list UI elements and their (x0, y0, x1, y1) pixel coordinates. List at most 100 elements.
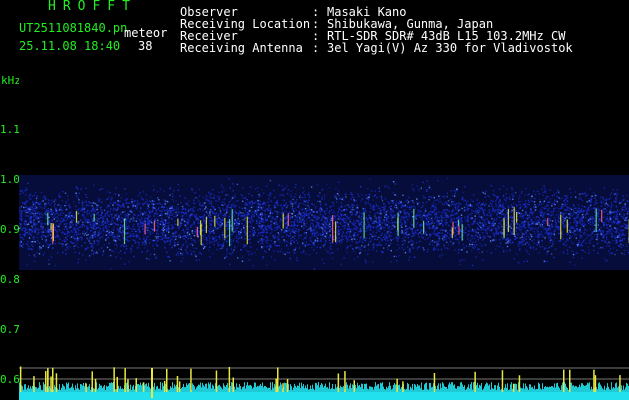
noise-speckle (478, 213, 480, 216)
noise-speckle (161, 224, 163, 226)
noise-speckle (459, 260, 461, 262)
noise-speckle (99, 228, 102, 230)
noise-speckle (72, 235, 74, 238)
noise-speckle (26, 223, 28, 226)
noise-speckle (535, 235, 537, 238)
noise-speckle (549, 227, 551, 229)
noise-speckle (203, 204, 205, 206)
noise-speckle (588, 200, 590, 202)
noise-speckle (451, 201, 453, 203)
noise-speckle (404, 216, 406, 219)
noise-speckle (485, 203, 487, 205)
noise-speckle (364, 201, 366, 203)
noise-speckle (377, 244, 380, 246)
noise-speckle (77, 261, 79, 264)
noise-speckle (609, 230, 611, 233)
noise-speckle (198, 230, 200, 232)
noise-speckle (258, 217, 260, 219)
noise-speckle (606, 259, 608, 262)
noise-speckle (38, 214, 41, 216)
noise-speckle (460, 222, 463, 225)
noise-speckle (547, 210, 550, 212)
noise-speckle (32, 201, 34, 203)
noise-speckle (365, 261, 367, 264)
noise-speckle (342, 231, 345, 233)
noise-speckle (281, 194, 283, 196)
noise-speckle (307, 201, 309, 204)
noise-speckle (473, 222, 475, 224)
noise-speckle (218, 221, 220, 223)
noise-speckle (481, 228, 483, 230)
noise-speckle (200, 253, 203, 255)
noise-speckle (603, 239, 605, 242)
noise-speckle (193, 239, 195, 241)
noise-speckle (84, 218, 86, 220)
noise-speckle (302, 203, 305, 205)
noise-speckle (302, 238, 304, 240)
noise-speckle (209, 256, 211, 258)
noise-speckle (433, 247, 435, 250)
noise-speckle (570, 213, 572, 215)
noise-speckle (427, 248, 429, 251)
noise-speckle (602, 196, 604, 199)
info-label-antenna: Receiving Antenna (180, 41, 303, 55)
noise-speckle (136, 200, 139, 202)
noise-speckle (306, 234, 308, 237)
noise-speckle (425, 215, 427, 217)
noise-speckle (142, 199, 144, 201)
noise-speckle (72, 228, 75, 231)
noise-speckle (592, 224, 594, 226)
noise-speckle (101, 216, 103, 218)
noise-speckle (28, 237, 31, 239)
noise-speckle (603, 225, 605, 227)
noise-speckle (27, 223, 30, 225)
noise-speckle (195, 215, 197, 217)
noise-speckle (222, 214, 225, 217)
noise-speckle (475, 207, 477, 210)
noise-speckle (92, 251, 95, 253)
noise-speckle (152, 202, 154, 204)
noise-speckle (375, 231, 378, 234)
noise-speckle (615, 199, 617, 201)
noise-speckle (228, 210, 230, 212)
noise-speckle (413, 233, 416, 235)
noise-speckle (492, 232, 494, 234)
noise-speckle (49, 230, 51, 232)
noise-speckle (287, 241, 289, 244)
noise-speckle (600, 246, 602, 249)
noise-speckle (66, 223, 68, 225)
noise-speckle (623, 229, 625, 231)
noise-speckle (385, 220, 388, 222)
noise-speckle (111, 217, 113, 219)
noise-speckle (297, 214, 299, 216)
noise-speckle (416, 203, 419, 205)
noise-speckle (318, 209, 321, 212)
noise-speckle (447, 224, 450, 227)
noise-speckle (121, 203, 124, 205)
noise-speckle (20, 215, 23, 218)
noise-speckle (422, 181, 424, 184)
noise-speckle (559, 240, 562, 242)
noise-speckle (428, 217, 430, 219)
noise-speckle (515, 209, 517, 211)
noise-speckle (455, 208, 457, 211)
noise-speckle (139, 219, 141, 221)
noise-speckle (44, 223, 46, 226)
noise-speckle (343, 227, 346, 230)
noise-speckle (405, 216, 408, 218)
noise-speckle (307, 216, 310, 219)
noise-speckle (89, 242, 91, 245)
noise-speckle (160, 232, 162, 234)
noise-speckle (387, 210, 389, 212)
noise-speckle (551, 245, 553, 247)
noise-speckle (76, 242, 79, 245)
noise-speckle (520, 226, 522, 228)
noise-speckle (289, 235, 291, 237)
noise-speckle (401, 240, 404, 242)
noise-speckle (520, 192, 523, 194)
noise-speckle (174, 223, 176, 225)
noise-speckle (579, 196, 581, 198)
noise-speckle (518, 225, 521, 228)
noise-speckle (276, 211, 278, 213)
noise-speckle (616, 249, 618, 251)
